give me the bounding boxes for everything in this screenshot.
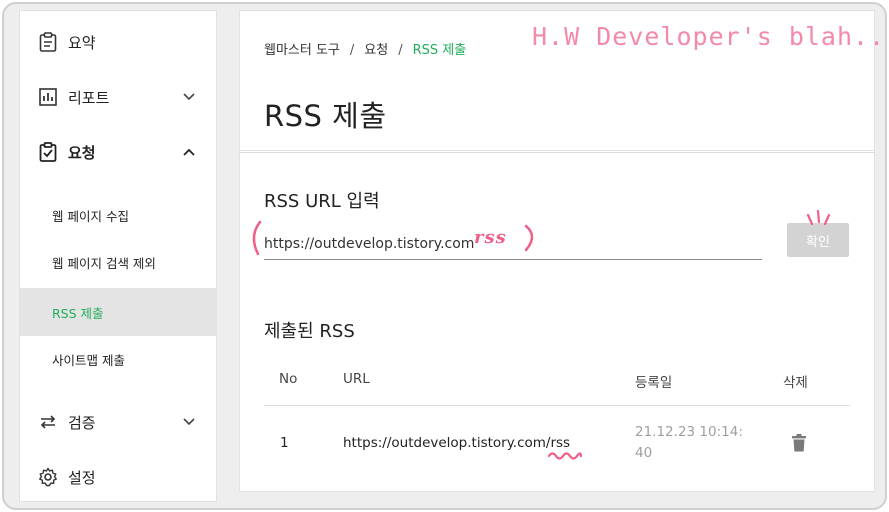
- sidebar-subitem-label: 사이트맵 제출: [52, 352, 125, 368]
- gear-icon: [38, 467, 58, 487]
- sidebar-subitem-web-page-collect[interactable]: 웹 페이지 수집: [20, 193, 216, 237]
- clipboard-check-icon: [38, 142, 58, 162]
- swap-arrows-icon: [38, 412, 58, 432]
- row-date: 21.12.23 10:14: 40: [635, 422, 755, 464]
- app-frame: 요약 리포트 요청 웹 페이지 수집 웹 페이지 검색 제외 RSS 제출 사이…: [2, 2, 887, 510]
- row-date-line: 40: [635, 445, 653, 461]
- sidebar-item-summary[interactable]: 요약: [20, 22, 216, 62]
- submitted-rss-section-title: 제출된 RSS: [264, 321, 355, 342]
- column-header-delete: 삭제: [783, 375, 808, 391]
- row-date-line: 21.12.23 10:14:: [635, 424, 743, 440]
- breadcrumb-current: RSS 제출: [412, 43, 467, 58]
- trash-icon[interactable]: [791, 433, 811, 455]
- rss-url-section-title: RSS URL 입력: [264, 191, 380, 212]
- bar-chart-icon: [38, 87, 58, 107]
- page-title: RSS 제출: [264, 99, 387, 133]
- breadcrumb-separator: /: [349, 43, 355, 58]
- row-number: 1: [280, 435, 289, 451]
- breadcrumb-item[interactable]: 웹마스터 도구: [264, 39, 340, 58]
- sidebar-item-label: 설정: [68, 468, 96, 487]
- row-url: https://outdevelop.tistory.com/rss: [343, 435, 571, 451]
- sidebar-subitem-rss-submit[interactable]: RSS 제출: [20, 288, 216, 336]
- header-divider: [239, 152, 875, 153]
- sidebar-subitem-sitemap-submit[interactable]: 사이트맵 제출: [20, 337, 216, 381]
- sidebar-item-verify[interactable]: 검증: [20, 402, 216, 442]
- breadcrumb-separator: /: [398, 43, 403, 58]
- sidebar-item-label: 요청: [68, 143, 96, 162]
- table-divider: [264, 405, 850, 406]
- column-header-url: URL: [343, 371, 370, 387]
- chevron-down-icon: [182, 415, 196, 429]
- rss-url-input[interactable]: [264, 229, 762, 260]
- column-header-no: No: [279, 371, 298, 387]
- sidebar-item-request[interactable]: 요청: [20, 132, 216, 172]
- clipboard-icon: [38, 32, 58, 52]
- breadcrumb-item[interactable]: 요청: [364, 39, 388, 58]
- sidebar-subitem-label: 웹 페이지 수집: [52, 208, 129, 224]
- column-header-date: 등록일: [635, 375, 673, 391]
- sidebar: 요약 리포트 요청 웹 페이지 수집 웹 페이지 검색 제외 RSS 제출 사이…: [19, 10, 217, 502]
- sidebar-subitem-label: 웹 페이지 검색 제외: [52, 255, 156, 271]
- confirm-button[interactable]: 확인: [787, 223, 849, 257]
- sidebar-item-label: 요약: [68, 33, 96, 52]
- rss-content-panel: RSS URL 입력 확인 제출된 RSS No URL 등록일 삭제 1 ht…: [239, 150, 875, 492]
- chevron-down-icon: [182, 90, 196, 104]
- sidebar-item-label: 리포트: [68, 88, 110, 107]
- sidebar-item-label: 검증: [68, 413, 96, 432]
- sidebar-item-settings[interactable]: 설정: [20, 457, 216, 497]
- sidebar-subitem-web-page-exclude[interactable]: 웹 페이지 검색 제외: [20, 240, 216, 284]
- blog-watermark: H.W Developer's blah..: [532, 22, 886, 51]
- chevron-up-icon: [182, 145, 196, 159]
- sidebar-item-report[interactable]: 리포트: [20, 77, 216, 117]
- sidebar-subitem-label: RSS 제출: [52, 305, 104, 321]
- breadcrumb: 웹마스터 도구 / 요청 / RSS 제출: [264, 39, 466, 58]
